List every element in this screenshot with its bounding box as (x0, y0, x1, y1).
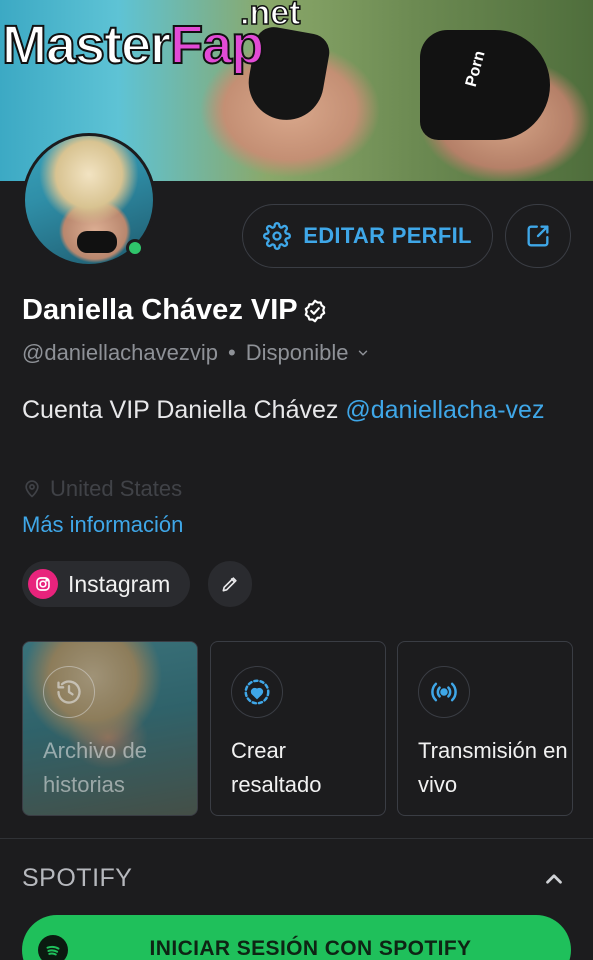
availability-dropdown[interactable]: Disponible (246, 340, 371, 366)
highlight-label: Crear resaltado (231, 738, 322, 797)
share-button[interactable] (505, 204, 571, 268)
section-divider (0, 838, 593, 839)
cover-swimsuit-text: Porn (462, 49, 489, 89)
highlight-card-live[interactable]: Transmisión en vivo (397, 641, 573, 816)
cover-swimsuit-right: Porn (420, 30, 550, 140)
spotify-section-title: SPOTIFY (22, 864, 133, 892)
profile-name: Daniella Chávez VIP (22, 294, 328, 327)
chevron-up-icon[interactable] (541, 866, 567, 892)
watermark-brand: MasterFap (1, 14, 265, 76)
share-icon (527, 225, 549, 247)
instagram-icon (28, 569, 58, 599)
heart-circle-icon (231, 666, 283, 718)
instagram-link-chip[interactable]: Instagram (22, 561, 191, 607)
online-status-dot (126, 239, 144, 257)
edit-profile-button[interactable]: EDITAR PERFIL (242, 204, 493, 268)
history-clock-icon (43, 666, 95, 718)
availability-label: Disponible (245, 340, 349, 365)
edit-links-button[interactable] (208, 561, 252, 607)
instagram-label: Instagram (68, 570, 171, 597)
profile-bio: Cuenta VIP Daniella Chávez @daniellacha-… (22, 390, 562, 430)
highlight-label: Transmisión en vivo (418, 738, 568, 797)
location-pin-icon (25, 480, 39, 498)
highlight-label: Archivo de historias (43, 738, 147, 797)
watermark-suffix: .net (239, 0, 301, 33)
bio-mention-link[interactable]: @daniellacha-vez (345, 396, 544, 424)
profile-location: United States (22, 476, 182, 502)
status-separator: • (228, 340, 236, 365)
spotify-icon (38, 935, 68, 960)
location-label: United States (50, 476, 183, 501)
profile-handle: @daniellachavezvip (22, 340, 219, 365)
pencil-icon (222, 577, 237, 592)
gear-icon (263, 222, 292, 250)
highlight-card-create[interactable]: Crear resaltado (210, 641, 386, 816)
bio-text: Cuenta VIP Daniella Chávez (22, 396, 346, 424)
handle-status-row: @daniellachavezvip • Disponible (22, 340, 370, 366)
more-info-link[interactable]: Más información (22, 512, 183, 538)
highlight-card-archive[interactable]: Archivo de historias (22, 641, 198, 816)
spotify-login-button[interactable]: INICIAR SESIÓN CON SPOTIFY (22, 915, 571, 960)
live-broadcast-icon (418, 666, 470, 718)
verified-badge-icon (304, 299, 325, 322)
watermark-logo: MasterFap .net (0, 0, 320, 90)
edit-profile-label: EDITAR PERFIL (303, 223, 472, 248)
chevron-down-icon (359, 350, 368, 356)
spotify-login-label: INICIAR SESIÓN CON SPOTIFY (149, 937, 472, 960)
